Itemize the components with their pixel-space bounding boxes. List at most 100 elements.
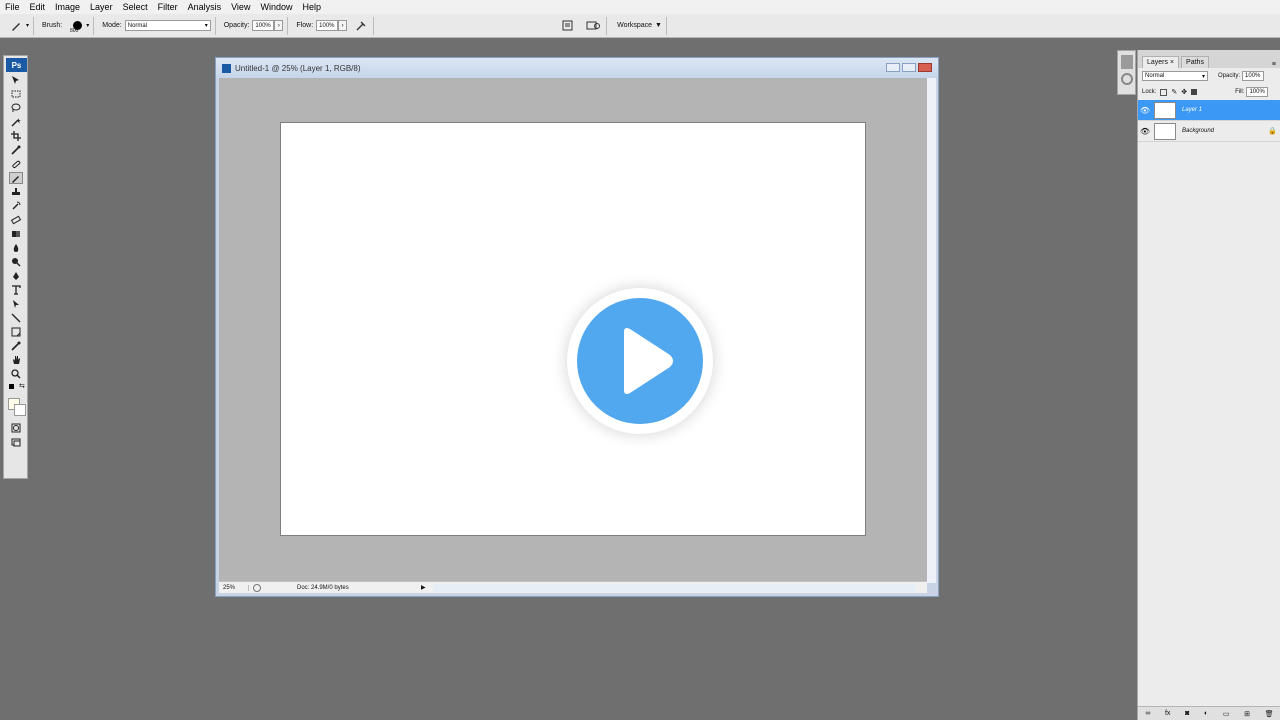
lock-transparency-icon[interactable] bbox=[1160, 88, 1168, 96]
layer-thumbnail bbox=[1154, 101, 1176, 119]
palette-toggle-icon[interactable] bbox=[562, 19, 576, 33]
zoom-level[interactable]: 25% bbox=[219, 584, 249, 591]
blur-icon[interactable] bbox=[9, 242, 23, 254]
layer-style-icon[interactable]: fx bbox=[1165, 710, 1170, 717]
status-menu-arrow-icon[interactable]: ▶ bbox=[421, 584, 429, 591]
history-brush-icon[interactable] bbox=[9, 200, 23, 212]
layer-name: Layer 1 bbox=[1182, 107, 1203, 113]
adjustment-layer-icon[interactable]: ◐ bbox=[1204, 710, 1208, 717]
workspace-menu[interactable]: Workspace ▼ bbox=[617, 22, 662, 29]
mode-select[interactable]: Normal ▾ bbox=[124, 20, 211, 31]
close-button[interactable] bbox=[918, 63, 932, 72]
magic-wand-icon[interactable] bbox=[9, 116, 23, 128]
menu-file[interactable]: File bbox=[0, 2, 25, 12]
vertical-scrollbar[interactable] bbox=[927, 78, 936, 583]
zoom-icon[interactable] bbox=[9, 368, 23, 380]
layer-row[interactable]: 👁 Layer 1 bbox=[1138, 100, 1280, 121]
new-layer-icon[interactable]: ⊞ bbox=[1244, 710, 1250, 718]
add-mask-icon[interactable]: ◙ bbox=[1185, 710, 1189, 717]
tool-preset-icon[interactable] bbox=[10, 19, 26, 33]
fill-input[interactable]: 100% bbox=[1246, 87, 1269, 97]
divider bbox=[33, 16, 35, 35]
lock-all-icon[interactable] bbox=[1191, 89, 1198, 95]
delete-layer-icon[interactable]: 🗑 bbox=[1265, 710, 1274, 718]
crop-icon[interactable] bbox=[9, 130, 23, 142]
airbrush-icon[interactable] bbox=[355, 19, 369, 33]
healing-brush-icon[interactable] bbox=[9, 158, 23, 170]
document-title: Untitled-1 @ 25% (Layer 1, RGB/8) bbox=[235, 63, 361, 73]
document-titlebar[interactable]: Untitled-1 @ 25% (Layer 1, RGB/8) bbox=[216, 58, 938, 78]
document-status-bar: 25% Doc: 24.9M/0 bytes ▶ bbox=[219, 581, 927, 593]
default-colors[interactable]: ⇆ bbox=[7, 382, 25, 396]
horizontal-scrollbar[interactable] bbox=[433, 583, 915, 592]
color-swatches[interactable] bbox=[7, 398, 26, 420]
lock-position-icon[interactable]: ✥ bbox=[1181, 88, 1187, 96]
layer-row[interactable]: 👁 Background 🔒 bbox=[1138, 121, 1280, 142]
tool-preset-arrow-icon[interactable]: ▾ bbox=[26, 22, 29, 29]
line-icon[interactable] bbox=[9, 312, 23, 324]
menu-select[interactable]: Select bbox=[118, 2, 153, 12]
ps-logo[interactable]: Ps bbox=[6, 58, 27, 72]
layers-panel-tabs: Layers × Paths ≡ bbox=[1138, 50, 1280, 68]
layer-opacity-value: 100% bbox=[1245, 73, 1261, 79]
opacity-input[interactable]: 100% bbox=[252, 20, 275, 31]
document-info: Doc: 24.9M/0 bytes bbox=[297, 584, 349, 591]
eyedropper2-icon[interactable] bbox=[9, 340, 23, 352]
layer-opacity-input[interactable]: 100% bbox=[1242, 71, 1265, 81]
blend-row: Normal ▾ Opacity: 100% bbox=[1138, 68, 1280, 84]
brush-icon[interactable] bbox=[9, 172, 23, 184]
menu-window[interactable]: Window bbox=[255, 2, 297, 12]
eraser-icon[interactable] bbox=[9, 214, 23, 226]
clone-stamp-icon[interactable] bbox=[9, 186, 23, 198]
quick-mask-icon[interactable] bbox=[9, 422, 23, 434]
layer-thumbnail bbox=[1154, 122, 1176, 140]
gradient-icon[interactable] bbox=[9, 228, 23, 240]
history-icon[interactable] bbox=[1121, 73, 1133, 85]
path-selection-icon[interactable] bbox=[9, 298, 23, 310]
menu-image[interactable]: Image bbox=[50, 2, 85, 12]
default-colors-icon[interactable] bbox=[9, 384, 14, 389]
flow-slider-button[interactable]: › bbox=[338, 20, 348, 31]
pen-icon[interactable] bbox=[9, 270, 23, 282]
menu-view[interactable]: View bbox=[226, 2, 255, 12]
status-info-icon[interactable] bbox=[253, 583, 261, 592]
fill-label: Fill: bbox=[1235, 89, 1245, 95]
chevron-down-icon: ▾ bbox=[204, 23, 208, 29]
dodge-icon[interactable] bbox=[9, 256, 23, 268]
blend-mode-select[interactable]: Normal ▾ bbox=[1142, 71, 1208, 81]
navigator-icon[interactable] bbox=[1121, 55, 1133, 69]
maximize-button[interactable] bbox=[902, 63, 916, 72]
play-button[interactable] bbox=[567, 288, 713, 434]
new-group-icon[interactable]: ▭ bbox=[1223, 710, 1230, 718]
link-layers-icon[interactable]: ∞ bbox=[1145, 710, 1150, 717]
menu-edit[interactable]: Edit bbox=[25, 2, 51, 12]
visibility-eye-icon[interactable]: 👁 bbox=[1138, 106, 1152, 115]
divider bbox=[214, 16, 216, 35]
window-buttons bbox=[886, 63, 932, 72]
tab-paths[interactable]: Paths bbox=[1181, 56, 1209, 68]
divider bbox=[93, 16, 95, 35]
eyedropper-icon[interactable] bbox=[9, 144, 23, 156]
lock-pixels-icon[interactable]: ✎ bbox=[1171, 88, 1177, 96]
bridge-icon[interactable] bbox=[586, 19, 602, 33]
flow-input[interactable]: 100% bbox=[316, 20, 339, 31]
screen-mode-icon[interactable] bbox=[9, 436, 23, 448]
opacity-slider-button[interactable]: › bbox=[274, 20, 284, 31]
type-icon[interactable] bbox=[9, 284, 23, 296]
menu-help[interactable]: Help bbox=[297, 2, 326, 12]
brush-dropdown-icon[interactable]: ▾ bbox=[86, 22, 89, 29]
marquee-icon[interactable] bbox=[9, 88, 23, 100]
background-color-swatch[interactable] bbox=[14, 404, 26, 416]
notes-icon[interactable] bbox=[9, 326, 23, 338]
minimize-button[interactable] bbox=[886, 63, 900, 72]
visibility-eye-icon[interactable]: 👁 bbox=[1138, 127, 1152, 136]
hand-icon[interactable] bbox=[9, 354, 23, 366]
menu-layer[interactable]: Layer bbox=[85, 2, 118, 12]
move-icon[interactable] bbox=[9, 74, 23, 86]
panel-menu-icon[interactable]: ≡ bbox=[1272, 61, 1276, 68]
lasso-icon[interactable] bbox=[9, 102, 23, 114]
tab-layers[interactable]: Layers × bbox=[1142, 56, 1180, 68]
menu-filter[interactable]: Filter bbox=[153, 2, 183, 12]
swap-colors-icon[interactable]: ⇆ bbox=[19, 382, 25, 390]
menu-analysis[interactable]: Analysis bbox=[183, 2, 227, 12]
